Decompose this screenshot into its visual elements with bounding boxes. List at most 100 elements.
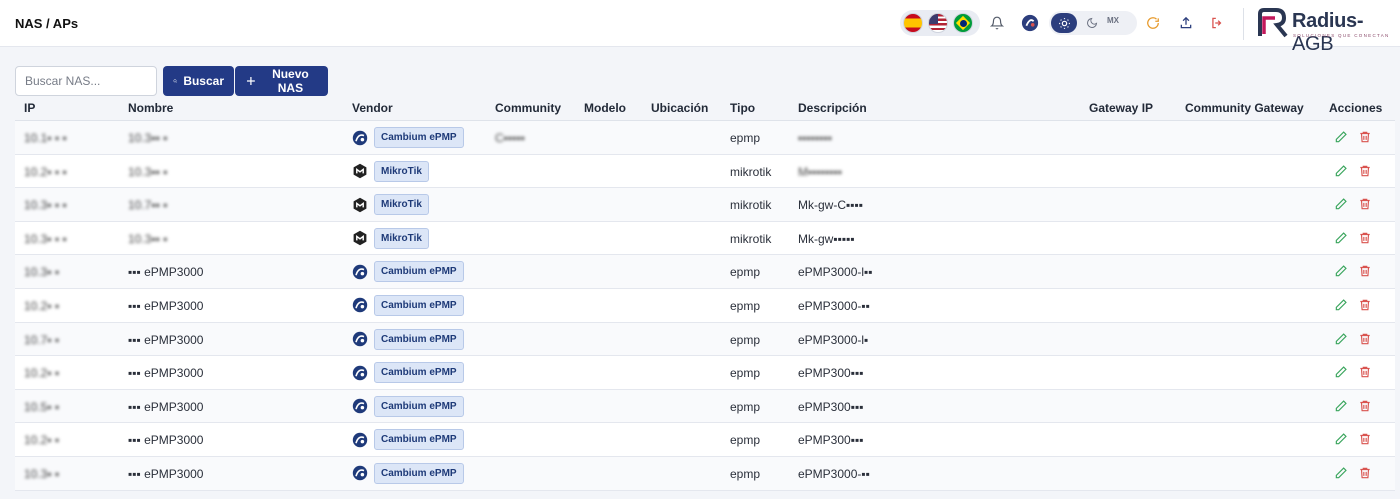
cell-vendor: Cambium ePMP (352, 429, 464, 451)
edit-icon[interactable] (1334, 298, 1348, 315)
cell-descripcion: ePMP300▪▪▪ (798, 366, 864, 381)
cambium-icon[interactable] (1020, 13, 1040, 33)
edit-icon[interactable] (1334, 130, 1348, 147)
cell-ip: 10.2▪ ▪ (24, 433, 60, 448)
delete-icon[interactable] (1358, 298, 1372, 315)
cell-tipo: mikrotik (730, 231, 772, 246)
cell-ip: 10.2▪ ▪ ▪ (24, 164, 67, 179)
table-row[interactable]: 10.2▪ ▪ ▪ 10.3▪▪ ▪ MikroTik mikrotik M▪▪▪▪▪▪… (15, 154, 1395, 189)
flag-es-icon[interactable] (903, 13, 923, 33)
table-row[interactable]: 10.3▪ ▪ ▪ 10.3▪▪ ▪ MikroTik mikrotik Mk-gw▪▪… (15, 221, 1395, 256)
plus-icon (246, 77, 255, 85)
table-row[interactable]: 10.2▪ ▪ ▪▪▪ ePMP3000 Cambium ePMP epmp ePMP3… (15, 288, 1395, 323)
column-header-community-gateway[interactable]: Community Gateway (1185, 101, 1304, 115)
cell-tipo: epmp (730, 298, 761, 313)
column-header-gateway-ip[interactable]: Gateway IP (1089, 101, 1153, 115)
delete-icon[interactable] (1358, 432, 1372, 449)
cambium-icon (352, 297, 368, 313)
cambium-icon (352, 331, 368, 347)
table-row[interactable]: 10.2▪ ▪ ▪▪▪ ePMP3000 Cambium ePMP epmp ePMP3… (15, 356, 1395, 390)
page-title: NAS / APs (15, 16, 79, 31)
new-nas-button[interactable]: Nuevo NAS (235, 66, 328, 96)
mikrotik-icon (352, 197, 368, 213)
delete-icon[interactable] (1358, 197, 1372, 214)
table-row[interactable]: 10.1▪ ▪ ▪ 10.3▪▪ ▪ Cambium ePMP C▪▪▪▪▪ epmp ▪… (15, 121, 1395, 155)
column-header-vendor[interactable]: Vendor (352, 101, 393, 115)
cambium-icon (352, 264, 368, 280)
edit-icon[interactable] (1334, 264, 1348, 281)
cell-tipo: mikrotik (730, 164, 772, 179)
cell-nombre: ▪▪▪ ePMP3000 (128, 298, 204, 313)
column-header-ip[interactable]: IP (24, 101, 35, 115)
column-header-nombre[interactable]: Nombre (128, 101, 173, 115)
cell-descripcion: ePMP3000-l▪▪ (798, 265, 873, 280)
nas-table: IP Nombre Vendor Community Modelo Ubicac… (15, 96, 1395, 491)
edit-icon[interactable] (1334, 399, 1348, 416)
cell-descripcion: ePMP3000-l▪ (798, 332, 869, 347)
cell-ip: 10.7▪ ▪ (24, 332, 60, 347)
table-row[interactable]: 10.3▪ ▪ ▪ 10.7▪▪ ▪ MikroTik mikrotik Mk-gw-C… (15, 188, 1395, 222)
search-button[interactable]: Buscar (163, 66, 234, 96)
cell-descripcion: M▪▪▪▪▪▪▪▪ (798, 164, 843, 179)
edit-icon[interactable] (1334, 164, 1348, 181)
vendor-badge: Cambium ePMP (374, 294, 464, 316)
delete-icon[interactable] (1358, 332, 1372, 349)
delete-icon[interactable] (1358, 264, 1372, 281)
radius-agb-logo: Radius-AGB SOLUCIONES QUE CONECTAN (1256, 6, 1396, 55)
vendor-badge: Cambium ePMP (374, 127, 464, 148)
delete-icon[interactable] (1358, 164, 1372, 181)
refresh-icon[interactable] (1143, 13, 1163, 33)
table-row[interactable]: 10.3▪ ▪ ▪▪▪ ePMP3000 Cambium ePMP epmp ePMP3… (15, 456, 1395, 491)
table-row[interactable]: 10.5▪ ▪ ▪▪▪ ePMP3000 Cambium ePMP epmp ePMP3… (15, 389, 1395, 424)
column-header-descripcion[interactable]: Descripción (798, 101, 867, 115)
bell-icon[interactable] (987, 13, 1007, 33)
sun-icon[interactable] (1051, 13, 1077, 33)
table-row[interactable]: 10.7▪ ▪ ▪▪▪ ePMP3000 Cambium ePMP epmp ePMP3… (15, 322, 1395, 357)
column-header-ubicacion[interactable]: Ubicación (651, 101, 708, 115)
edit-icon[interactable] (1334, 197, 1348, 214)
cell-nombre: ▪▪▪ ePMP3000 (128, 265, 204, 280)
logout-icon[interactable] (1207, 13, 1227, 33)
vendor-badge: Cambium ePMP (374, 261, 464, 283)
cell-ip: 10.3▪ ▪ (24, 466, 60, 481)
edit-icon[interactable] (1334, 365, 1348, 382)
cell-vendor: Cambium ePMP (352, 395, 464, 417)
delete-icon[interactable] (1358, 231, 1372, 248)
flag-br-icon[interactable] (953, 13, 973, 33)
cell-ip: 10.2▪ ▪ (24, 366, 60, 381)
cell-ip: 10.3▪ ▪ ▪ (24, 198, 67, 213)
column-header-tipo[interactable]: Tipo (730, 101, 755, 115)
cell-nombre: ▪▪▪ ePMP3000 (128, 366, 204, 381)
table-body: 10.1▪ ▪ ▪ 10.3▪▪ ▪ Cambium ePMP C▪▪▪▪▪ epmp ▪… (15, 121, 1395, 491)
vendor-badge: Cambium ePMP (374, 462, 464, 484)
cambium-icon (352, 365, 368, 381)
flag-us-icon[interactable] (928, 13, 948, 33)
search-input[interactable] (15, 66, 157, 96)
edit-icon[interactable] (1334, 332, 1348, 349)
delete-icon[interactable] (1358, 365, 1372, 382)
edit-icon[interactable] (1334, 231, 1348, 248)
table-row[interactable]: 10.2▪ ▪ ▪▪▪ ePMP3000 Cambium ePMP epmp ePMP3… (15, 423, 1395, 457)
cell-nombre: 10.7▪▪ ▪ (128, 198, 168, 213)
theme-toggle[interactable]: MX (1049, 11, 1137, 35)
cell-descripcion: ePMP3000-▪▪ (798, 298, 870, 313)
delete-icon[interactable] (1358, 466, 1372, 483)
cell-vendor: MikroTik (352, 194, 429, 216)
cell-tipo: epmp (730, 265, 761, 280)
vendor-badge: Cambium ePMP (374, 395, 464, 417)
column-header-modelo[interactable]: Modelo (584, 101, 626, 115)
vendor-badge: MikroTik (374, 194, 429, 216)
upload-icon[interactable] (1176, 13, 1196, 33)
theme-mx-label[interactable]: MX (1107, 16, 1119, 25)
edit-icon[interactable] (1334, 432, 1348, 449)
delete-icon[interactable] (1358, 130, 1372, 147)
table-row[interactable]: 10.3▪ ▪ ▪▪▪ ePMP3000 Cambium ePMP epmp ePMP3… (15, 255, 1395, 289)
edit-icon[interactable] (1334, 466, 1348, 483)
cell-ip: 10.3▪ ▪ (24, 265, 60, 280)
table-header: IP Nombre Vendor Community Modelo Ubicac… (15, 96, 1395, 121)
column-header-community[interactable]: Community (495, 101, 561, 115)
delete-icon[interactable] (1358, 399, 1372, 416)
moon-icon[interactable] (1081, 13, 1103, 33)
cell-vendor: Cambium ePMP (352, 328, 464, 350)
cell-tipo: epmp (730, 466, 761, 481)
